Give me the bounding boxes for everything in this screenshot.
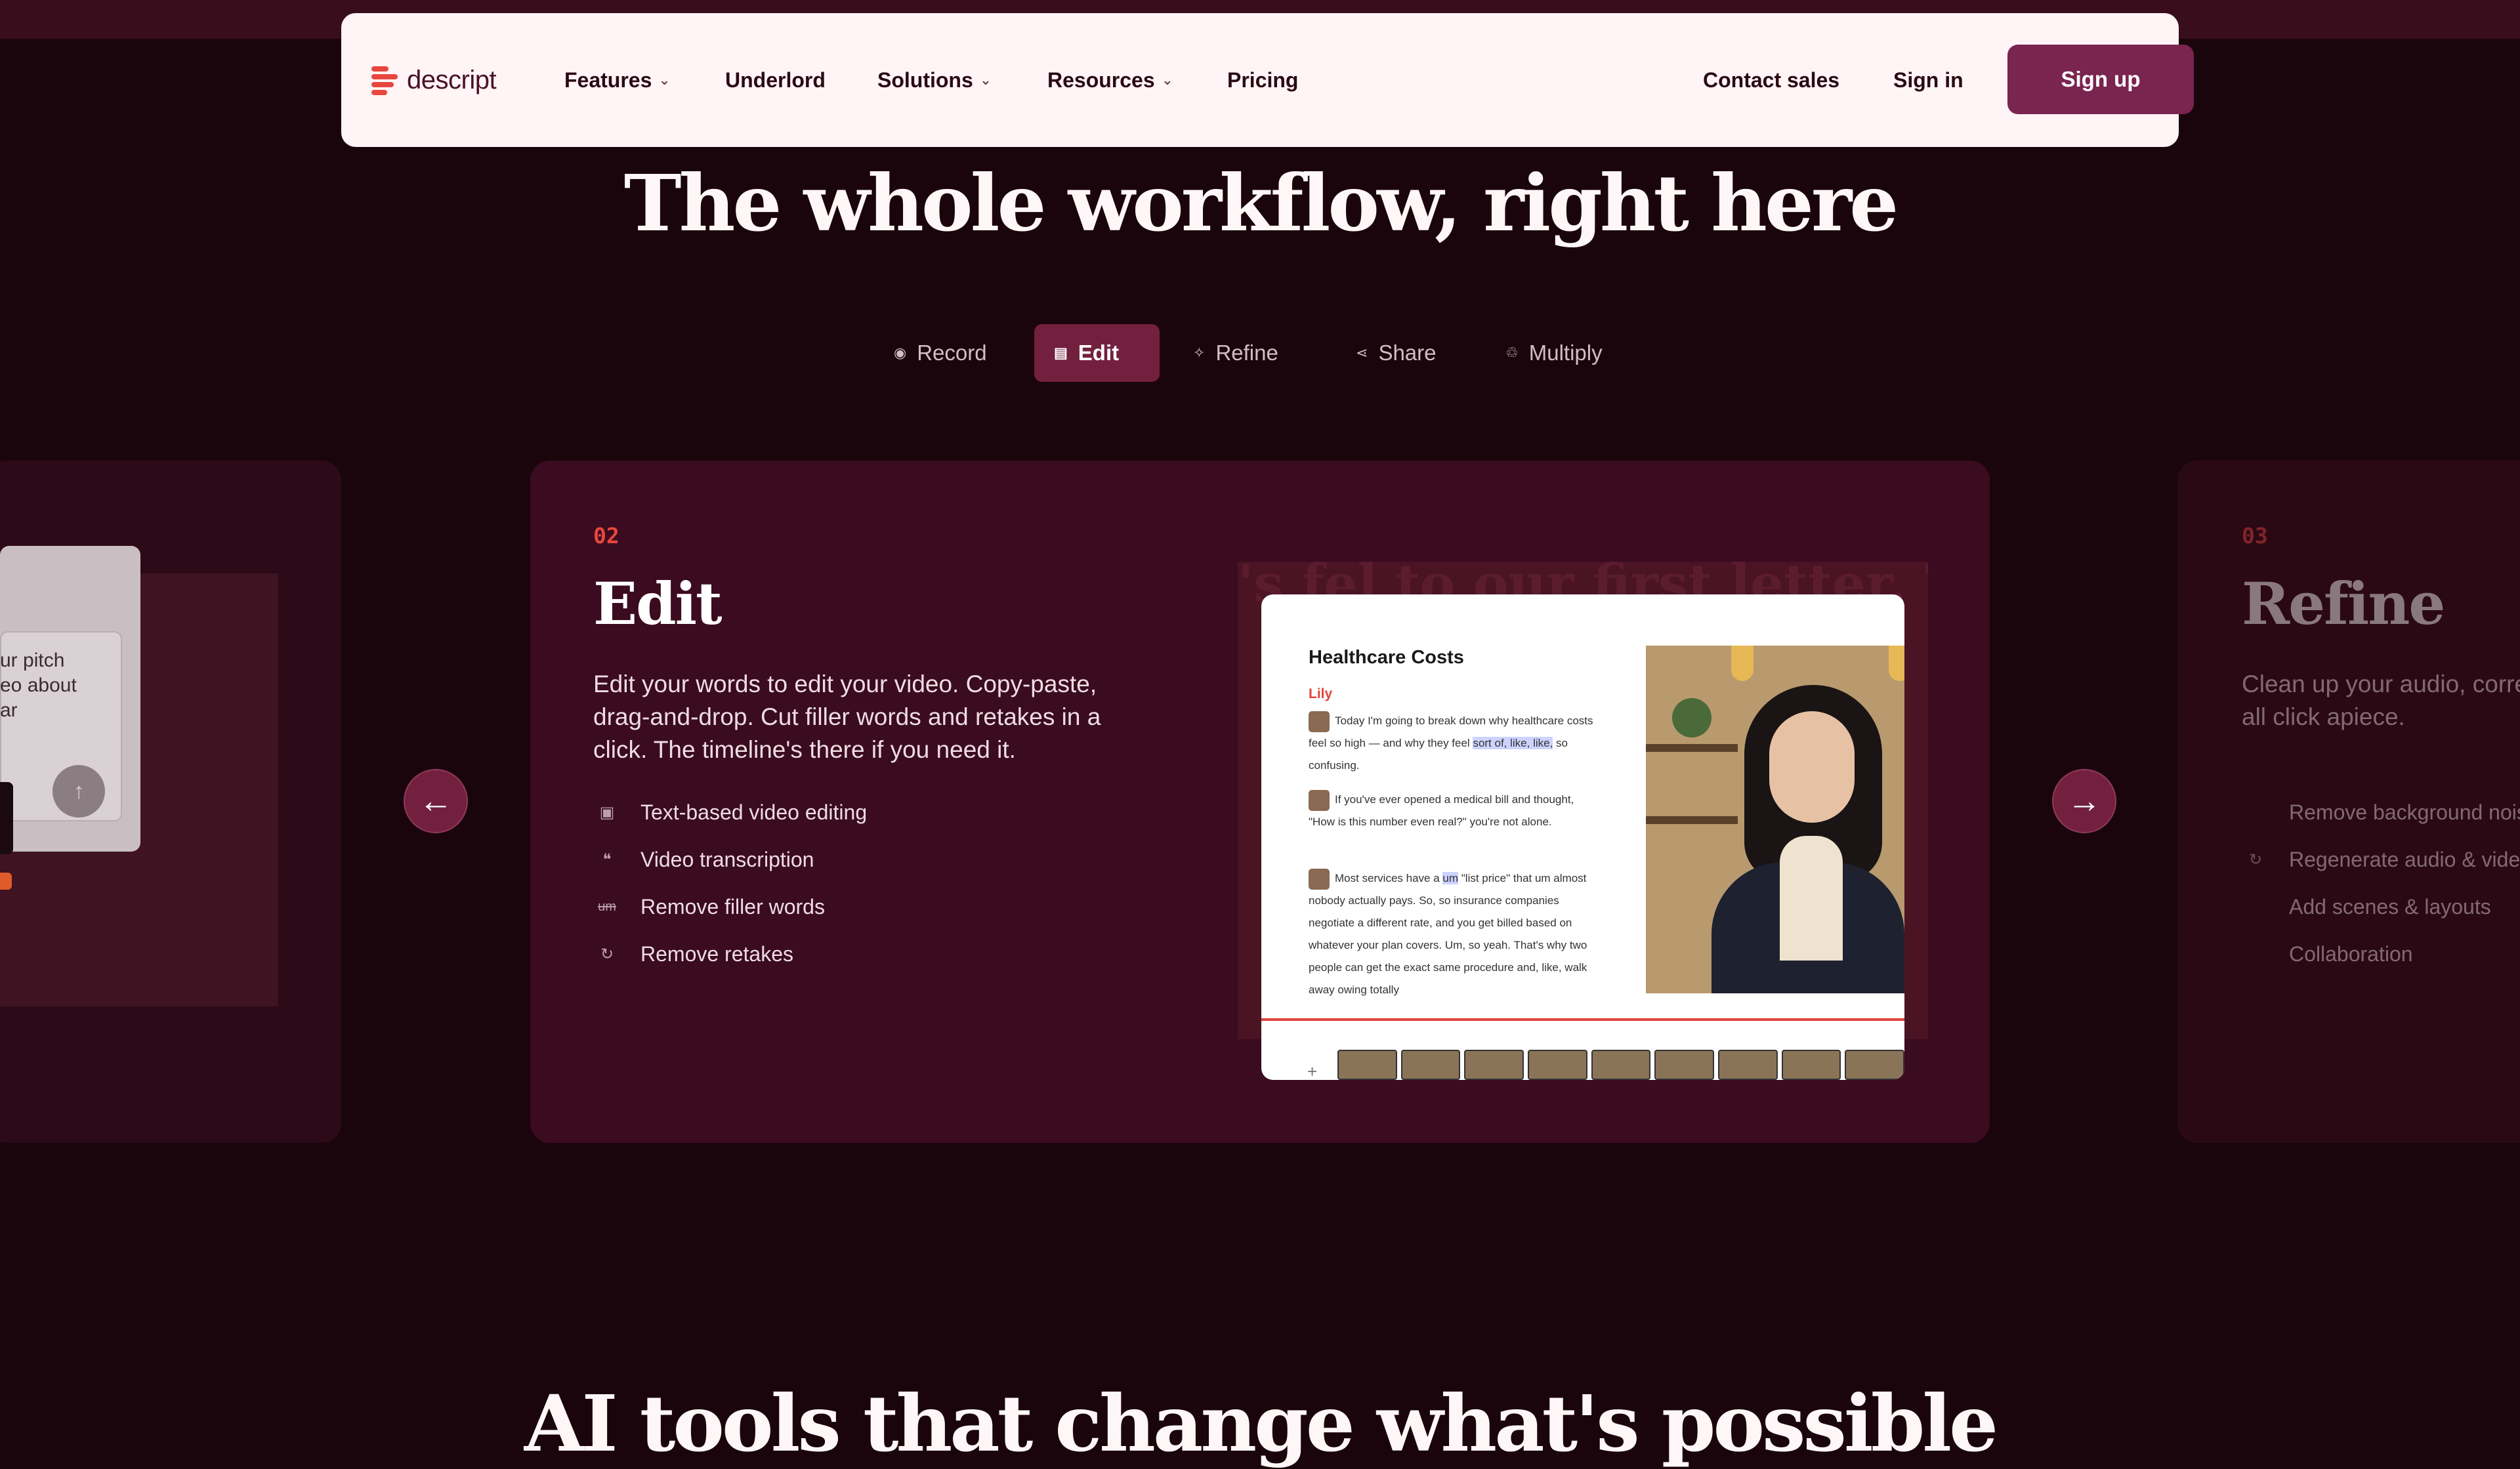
feature-label: Collaboration xyxy=(2289,942,2413,966)
speaker-avatar xyxy=(1309,711,1330,732)
nav-pricing-label: Pricing xyxy=(1227,68,1299,92)
feature-item: ↻ Regenerate audio & video xyxy=(2242,848,2520,872)
add-icon: + xyxy=(1307,1062,1318,1080)
transcript-paragraph: Most services have a um "list price" tha… xyxy=(1309,867,1597,1001)
edit-icon: ▤ xyxy=(1054,344,1068,361)
nav-resources-label: Resources xyxy=(1047,68,1155,92)
filler-highlight: um xyxy=(1442,872,1459,884)
send-arrow-up-icon[interactable]: ↑ xyxy=(52,765,105,817)
feature-item: ↻ Remove retakes xyxy=(593,942,793,966)
card-description: Clean up your audio, correct your lighti… xyxy=(2242,671,2520,730)
tab-multiply[interactable]: ♲ Multiply xyxy=(1486,324,1622,382)
speaker-avatar xyxy=(1309,789,1330,811)
filler-highlight: sort of, like, like, xyxy=(1473,737,1553,749)
share-icon: ⋖ xyxy=(1356,344,1368,361)
editor-window-preview: Healthcare Costs Lily Today I'm going to… xyxy=(1261,594,1904,1080)
transcript-paragraph: Today I'm going to break down why health… xyxy=(1309,710,1597,777)
tab-share-label: Share xyxy=(1378,341,1437,365)
record-preview-edge xyxy=(0,782,13,854)
refine-icon: ✧ xyxy=(1193,344,1206,361)
chevron-down-icon: ⌄ xyxy=(658,72,671,88)
feature-label: Video transcription xyxy=(640,848,814,871)
nav-underlord[interactable]: Underlord xyxy=(725,66,826,94)
card-number: 02 xyxy=(593,523,620,548)
feature-label: Regenerate audio & video xyxy=(2289,848,2520,871)
card-number: 03 xyxy=(2242,523,2268,548)
nav-resources[interactable]: Resources ⌄ xyxy=(1047,66,1173,94)
prompt-line: eo about xyxy=(0,674,77,696)
tab-edit[interactable]: ▤ Edit xyxy=(1034,324,1160,382)
top-navigation: descript Features ⌄ Underlord Solutions … xyxy=(341,13,2194,147)
next-section-headline: AI tools that change what's possible xyxy=(524,1378,1998,1469)
chevron-down-icon: ⌄ xyxy=(1161,72,1174,88)
prompt-line: ar xyxy=(0,699,18,721)
feature-item: ❝ Video transcription xyxy=(593,848,814,872)
speaker-video-frame xyxy=(1646,646,1904,993)
doc-title: Healthcare Costs xyxy=(1309,647,1464,668)
quote-icon: ❝ xyxy=(602,851,612,869)
nav-features[interactable]: Features ⌄ xyxy=(564,66,671,94)
chevron-down-icon: ⌄ xyxy=(979,72,992,88)
contact-sales-label: Contact sales xyxy=(1703,68,1840,92)
carousel-prev-arrow-icon[interactable]: ← xyxy=(404,769,468,833)
feature-item: Collaboration xyxy=(2242,942,2413,966)
transcript-paragraph: If you've ever opened a medical bill and… xyxy=(1309,789,1597,833)
transcript-text: Most services have a xyxy=(1335,872,1443,884)
descript-logo-icon xyxy=(371,65,398,95)
feature-item: Add scenes & layouts xyxy=(2242,895,2491,919)
card-title: Edit xyxy=(593,569,723,638)
descript-logo[interactable]: descript xyxy=(371,60,497,100)
retake-icon: ↻ xyxy=(600,945,614,963)
tab-refine-label: Refine xyxy=(1215,341,1278,365)
tab-edit-label: Edit xyxy=(1078,341,1120,365)
sign-in-link[interactable]: Sign in xyxy=(1893,66,1964,94)
record-preview-marker xyxy=(0,873,12,890)
card-description: Edit your words to edit your video. Copy… xyxy=(593,671,1101,763)
carousel-next-arrow-icon[interactable]: → xyxy=(2052,769,2116,833)
feature-item: um Remove filler words xyxy=(593,895,825,919)
feature-label: Remove background noise xyxy=(2289,800,2520,824)
nav-solutions[interactable]: Solutions ⌄ xyxy=(877,66,992,94)
tab-share[interactable]: ⋖ Share xyxy=(1336,324,1456,382)
nav-features-label: Features xyxy=(564,68,652,92)
feature-item: ▣ Text-based video editing xyxy=(593,800,867,825)
nav-underlord-label: Underlord xyxy=(725,68,826,92)
speaker-avatar xyxy=(1309,868,1330,890)
section-headline: The whole workflow, right here xyxy=(623,157,1899,249)
feature-label: Text-based video editing xyxy=(640,800,868,824)
contact-sales-link[interactable]: Contact sales xyxy=(1703,66,1839,94)
prompt-line: ur pitch xyxy=(0,650,65,671)
regenerate-icon: ↻ xyxy=(2248,851,2263,869)
feature-label: Remove filler words xyxy=(640,895,825,919)
speaker-label: Lily xyxy=(1309,686,1333,701)
tab-record[interactable]: ◉ Record xyxy=(874,324,1007,382)
text-editing-icon: ▣ xyxy=(599,804,615,821)
transcript-text: "list price" that um almost nobody actua… xyxy=(1309,872,1587,996)
logo-text: descript xyxy=(407,65,497,94)
record-icon: ◉ xyxy=(894,344,907,361)
timeline-playhead-line xyxy=(1261,1018,1904,1021)
multiply-icon: ♲ xyxy=(1505,344,1519,361)
nav-solutions-label: Solutions xyxy=(877,68,973,92)
feature-label: Add scenes & layouts xyxy=(2289,895,2491,919)
sign-in-label: Sign in xyxy=(1893,68,1964,92)
record-prompt-text: ur pitch eo about ar xyxy=(0,648,77,723)
transcript-text: If you've ever opened a medical bill and… xyxy=(1309,793,1574,828)
timeline-thumbnails xyxy=(1337,1050,1904,1080)
card-title: Refine xyxy=(2242,569,2445,638)
tab-refine[interactable]: ✧ Refine xyxy=(1173,324,1298,382)
tab-record-label: Record xyxy=(917,341,987,365)
sign-up-button[interactable]: Sign up xyxy=(2007,45,2194,114)
feature-item: Remove background noise xyxy=(2242,800,2520,825)
tab-multiply-label: Multiply xyxy=(1528,341,1603,365)
feature-label: Remove retakes xyxy=(640,942,793,966)
nav-pricing[interactable]: Pricing xyxy=(1227,66,1298,94)
filler-words-icon: um xyxy=(598,900,616,914)
